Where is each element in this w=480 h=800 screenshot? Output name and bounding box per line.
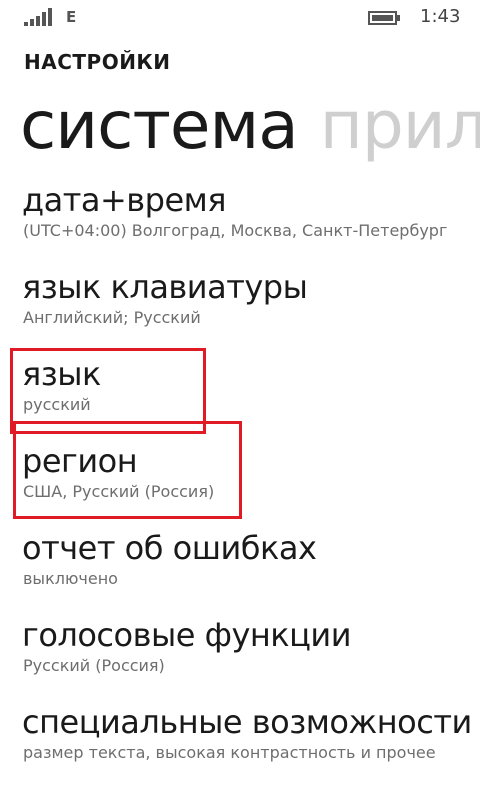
setting-title: язык: [22, 355, 101, 393]
setting-region[interactable]: регион США, Русский (Россия): [22, 441, 480, 521]
setting-speech[interactable]: голосовые функции Русский (Россия): [22, 615, 480, 695]
setting-title: регион: [22, 442, 138, 480]
setting-title: отчет об ошибках: [22, 529, 317, 567]
setting-keyboard-language[interactable]: язык клавиатуры Английский; Русский: [22, 267, 480, 347]
setting-subtitle: США, Русский (Россия): [23, 482, 215, 501]
network-type-indicator: E: [66, 8, 77, 26]
page-title: НАСТРОЙКИ: [24, 50, 171, 74]
setting-title: специальные возможности: [22, 703, 472, 741]
setting-subtitle: (UTC+04:00) Волгоград, Москва, Санкт-Пет…: [23, 221, 448, 240]
pivot-item-applications[interactable]: прилож: [320, 87, 480, 164]
setting-title: язык клавиатуры: [22, 268, 308, 306]
setting-next-partial[interactable]: [22, 786, 480, 800]
setting-subtitle: Русский (Россия): [23, 656, 165, 675]
setting-accessibility[interactable]: специальные возможности размер текста, в…: [22, 702, 480, 782]
status-bar: E 1:43: [0, 0, 480, 34]
setting-title: дата+время: [22, 181, 227, 219]
setting-language[interactable]: язык русский: [22, 354, 480, 434]
pivot-header: система прилож: [20, 86, 480, 166]
clock: 1:43: [420, 6, 461, 27]
signal-strength-icon: [24, 8, 52, 26]
pivot-item-system[interactable]: система: [20, 87, 299, 164]
setting-error-reporting[interactable]: отчет об ошибках выключено: [22, 528, 480, 608]
setting-subtitle: выключено: [23, 569, 118, 588]
setting-title: голосовые функции: [22, 616, 352, 654]
setting-subtitle: размер текста, высокая контрастность и п…: [23, 743, 436, 762]
setting-subtitle: русский: [23, 395, 91, 414]
battery-icon: [368, 11, 400, 25]
setting-subtitle: Английский; Русский: [23, 308, 201, 327]
setting-date-time[interactable]: дата+время (UTC+04:00) Волгоград, Москва…: [22, 180, 480, 260]
